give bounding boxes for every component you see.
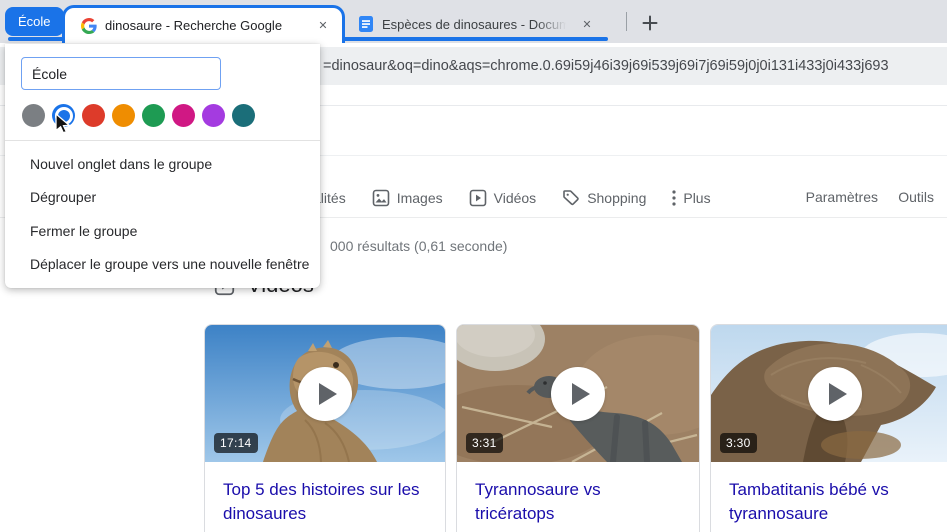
video-title-link[interactable]: Tambatitanis bébé vs tyrannosaure (729, 478, 941, 526)
nav-item-images[interactable]: Images (372, 189, 443, 207)
omnibox-url-text: =dinosaur&oq=dino&aqs=chrome.0.69i59j46i… (323, 58, 889, 74)
tab-docs[interactable]: Espèces de dinosaures - Docume ✕ (350, 5, 602, 43)
video-duration-badge: 3:31 (466, 433, 503, 453)
menu-item-ungroup[interactable]: Dégrouper (5, 181, 320, 215)
nav-item-shopping[interactable]: Shopping (562, 189, 646, 207)
nav-item-parametres[interactable]: Paramètres (806, 189, 878, 205)
nav-item-label: Vidéos (494, 190, 537, 206)
menu-item-new-tab-in-group[interactable]: Nouvel onglet dans le groupe (5, 147, 320, 181)
nav-item-plus[interactable]: Plus (672, 190, 710, 206)
video-thumbnail-big-dino[interactable]: 3:30 (711, 325, 947, 462)
serp-nav: Actualités Images Vidéos Shopping Plus (285, 184, 711, 212)
color-swatch-green[interactable] (142, 104, 165, 127)
color-swatch-pink[interactable] (172, 104, 195, 127)
video-title-link[interactable]: Top 5 des histoires sur les dinosaures (223, 478, 427, 526)
nav-item-label: Plus (683, 190, 710, 206)
color-swatch-blue-selected[interactable] (52, 104, 75, 127)
nav-item-videos[interactable]: Vidéos (469, 189, 537, 207)
video-duration-badge: 3:30 (720, 433, 757, 453)
tag-icon (562, 189, 580, 207)
tab-group-chip-label: École (18, 14, 51, 29)
play-button-icon[interactable] (808, 367, 862, 421)
play-button-icon[interactable] (551, 367, 605, 421)
new-tab-button[interactable] (636, 9, 664, 37)
menu-item-close-group[interactable]: Fermer le groupe (5, 214, 320, 248)
tab-strip: École dinosaure - Recherche Google ✕ (0, 0, 947, 43)
video-play-icon (469, 189, 487, 207)
video-cards-row: 17:14 Top 5 des histoires sur les dinosa… (204, 324, 947, 532)
tab-group-chip[interactable]: École (5, 7, 64, 36)
results-stats: 000 résultats (0,61 seconde) (330, 238, 507, 254)
tab-google-search[interactable]: dinosaure - Recherche Google ✕ (62, 5, 345, 45)
video-title-link[interactable]: Tyrannosaure vs tricératops (475, 478, 681, 526)
color-swatch-orange[interactable] (112, 104, 135, 127)
color-swatch-purple[interactable] (202, 104, 225, 127)
google-docs-icon (358, 16, 374, 32)
tab-group-menu: Nouvel onglet dans le groupe Dégrouper F… (5, 44, 320, 288)
google-g-icon (81, 18, 97, 34)
menu-separator (5, 140, 320, 141)
menu-items: Nouvel onglet dans le groupe Dégrouper F… (5, 147, 320, 281)
nav-item-label: Images (397, 190, 443, 206)
color-swatch-red[interactable] (82, 104, 105, 127)
menu-item-move-group-new-window[interactable]: Déplacer le groupe vers une nouvelle fen… (5, 248, 320, 282)
video-thumbnail-dinosaur-sky[interactable]: 17:14 (205, 325, 445, 462)
group-name-input[interactable] (21, 57, 221, 90)
tab-close-icon[interactable]: ✕ (314, 17, 332, 35)
play-button-icon[interactable] (298, 367, 352, 421)
video-card[interactable]: 17:14 Top 5 des histoires sur les dinosa… (204, 324, 446, 532)
video-duration-badge: 17:14 (214, 433, 258, 453)
video-card[interactable]: 3:31 Tyrannosaure vs tricératops (456, 324, 700, 532)
tab-close-icon[interactable]: ✕ (578, 15, 596, 33)
video-card[interactable]: 3:30 Tambatitanis bébé vs tyrannosaure (710, 324, 947, 532)
video-thumbnail-baby-dino[interactable]: 3:31 (457, 325, 699, 462)
color-swatch-cyan[interactable] (232, 104, 255, 127)
color-swatch-grey[interactable] (22, 104, 45, 127)
group-color-swatches (22, 104, 255, 127)
tab-title: dinosaure - Recherche Google (105, 18, 306, 33)
tab-strip-divider (626, 12, 627, 31)
image-icon (372, 189, 390, 207)
browser-window: École dinosaure - Recherche Google ✕ (0, 0, 947, 532)
tab-title: Espèces de dinosaures - Docume (382, 17, 570, 32)
more-vertical-icon (672, 190, 676, 206)
nav-item-outils[interactable]: Outils (898, 189, 934, 205)
plus-icon (640, 13, 660, 33)
nav-item-label: Shopping (587, 190, 646, 206)
